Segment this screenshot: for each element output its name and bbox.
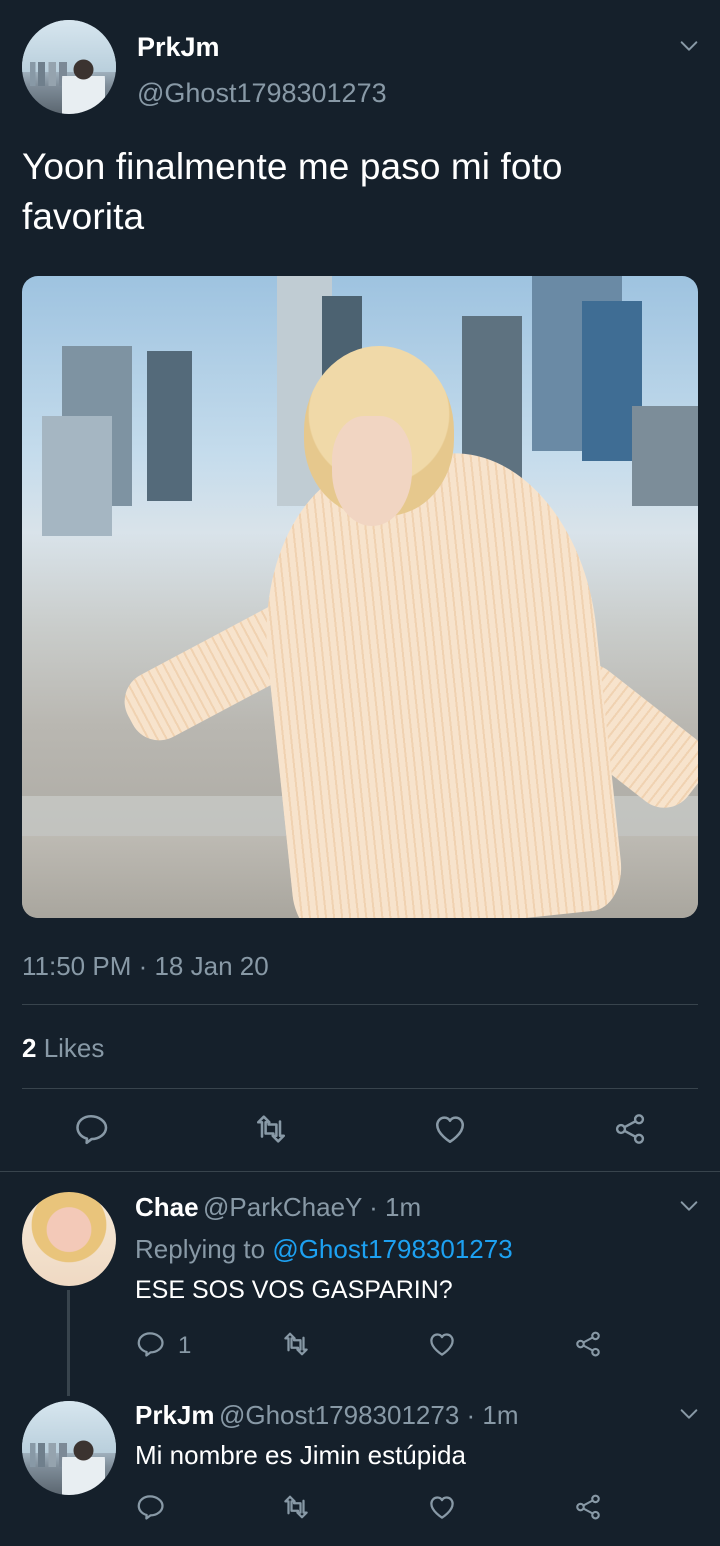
reply-time: · 1m	[361, 1192, 422, 1222]
chevron-down-icon[interactable]	[678, 35, 700, 57]
reply-author-handle[interactable]: @ParkChaeY	[203, 1192, 362, 1222]
reply-author-handle[interactable]: @Ghost1798301273	[219, 1400, 459, 1430]
divider	[0, 1171, 720, 1172]
reply-time: · 1m	[459, 1400, 519, 1430]
thread-line	[67, 1290, 70, 1396]
reply-text: ESE SOS VOS GASPARIN?	[135, 1276, 453, 1304]
reply-icon[interactable]	[135, 1329, 165, 1359]
heart-icon[interactable]	[427, 1492, 457, 1522]
likes-label: Likes	[36, 1033, 105, 1063]
chevron-down-icon[interactable]	[678, 1195, 700, 1217]
retweet-icon[interactable]	[280, 1492, 312, 1522]
share-icon[interactable]	[573, 1329, 603, 1359]
likes-count: 2	[22, 1033, 37, 1063]
heart-icon[interactable]	[432, 1111, 468, 1147]
reply-avatar[interactable]	[22, 1192, 116, 1286]
tweet-photo[interactable]	[22, 276, 698, 918]
reply-count: 1	[178, 1332, 192, 1359]
heart-icon[interactable]	[427, 1329, 457, 1359]
likes-stat[interactable]: 2 Likes	[22, 1033, 104, 1064]
reply-icon[interactable]	[135, 1492, 165, 1522]
replying-to: Replying to @Ghost1798301273	[135, 1234, 513, 1265]
tweet-timestamp[interactable]: 11:50 PM · 18 Jan 20	[22, 951, 269, 982]
replying-mention[interactable]: @Ghost1798301273	[272, 1234, 512, 1264]
share-icon[interactable]	[573, 1492, 603, 1522]
share-icon[interactable]	[612, 1111, 648, 1147]
author-avatar[interactable]	[22, 20, 116, 114]
retweet-icon[interactable]	[280, 1329, 312, 1359]
author-handle[interactable]: @Ghost1798301273	[137, 78, 387, 109]
author-name[interactable]: PrkJm	[137, 32, 220, 63]
reply-author-name[interactable]: PrkJm	[135, 1400, 215, 1430]
retweet-icon[interactable]	[252, 1111, 290, 1147]
divider	[22, 1088, 698, 1089]
reply-header: PrkJm @Ghost1798301273 · 1m	[135, 1400, 519, 1431]
reply-header: Chae @ParkChaeY · 1m	[135, 1192, 421, 1223]
reply-icon[interactable]	[73, 1111, 109, 1147]
reply-author-name[interactable]: Chae	[135, 1192, 199, 1222]
replying-prefix: Replying to	[135, 1234, 273, 1264]
divider	[22, 1004, 698, 1005]
reply-avatar[interactable]	[22, 1401, 116, 1495]
reply-text: Mi nombre es Jimin estúpida	[135, 1440, 466, 1470]
tweet-text: Yoon finalmente me paso mi foto favorita	[22, 146, 563, 237]
chevron-down-icon[interactable]	[678, 1403, 700, 1425]
